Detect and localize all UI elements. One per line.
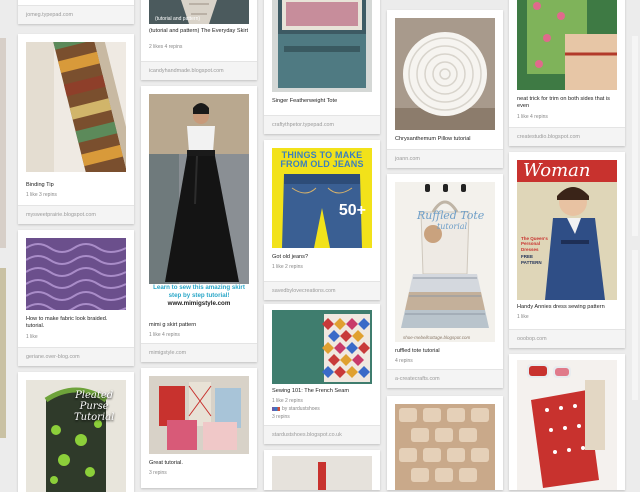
pin-image[interactable] [272,0,372,92]
pin-card[interactable]: Chrysanthemum Pillow tutorial joann.com [387,10,503,168]
pin-image[interactable] [272,310,372,384]
pin-image[interactable]: Ruffled Tote tutorial shoe-mebellcottage… [395,182,495,342]
pin-image[interactable] [149,94,249,284]
pin-image[interactable] [26,238,126,310]
partial-pin-edge[interactable] [632,250,638,400]
pin-title[interactable]: Handy Annies dress sewing pattern [517,304,617,311]
pin-stats: 1 like [26,334,38,340]
pin-source[interactable]: icandyhandmade.blogspot.com [141,61,257,80]
pin-card[interactable]: Binding Tip 1 like 3 repins mysweetprair… [18,34,134,224]
pin-card[interactable]: Sewing 101: The French Seam 1 like 2 rep… [264,304,380,444]
pin-stats: 1 like 2 repins [272,398,303,404]
pin-stats: 1 like 2 repins [272,264,303,270]
pin-stats: 3 repins [149,470,167,476]
pin-card[interactable]: neat trick for trim on both sides that i… [509,0,625,146]
pin-image[interactable] [517,0,617,90]
pin-image[interactable]: Pleated Purse Tutorial [26,380,126,492]
pin-title[interactable]: Great tutorial. [149,460,249,467]
pin-card[interactable]: Ruffled Tote tutorial shoe-mebellcottage… [387,174,503,388]
pin-card[interactable]: Singer Featherweight Tote craftythpetor.… [264,0,380,134]
pin-card[interactable]: How to make fabric look braided. tutoria… [18,230,134,366]
pin-image[interactable] [517,360,617,490]
pin-card[interactable] [264,450,380,490]
pin-image-script: Ruffled Tote tutorial [417,209,485,231]
pin-source[interactable]: jomeg.typepad.com [18,5,134,24]
pin-source[interactable]: geriane.over-blog.com [18,347,134,366]
pin-image[interactable] [395,404,495,490]
pin-title[interactable]: neat trick for trim on both sides that i… [517,96,617,110]
pin-image[interactable]: (tutorial and pattern) [149,0,249,24]
pin-stats: 3 repins [272,414,290,420]
pin-title[interactable]: How to make fabric look braided. tutoria… [26,316,126,330]
pin-title[interactable]: Chrysanthemum Pillow tutorial [395,136,495,143]
pin-title[interactable]: Singer Featherweight Tote [272,98,372,105]
pin-stats: 2 likes 4 repins [149,44,183,50]
pin-image[interactable] [149,376,249,454]
pin-via[interactable]: by stardustshoes [272,406,320,412]
pin-image[interactable] [272,456,372,490]
pin-title[interactable]: Sewing 101: The French Seam [272,388,372,395]
pin-source[interactable]: mimigstyle.com [141,343,257,362]
pin-card[interactable]: THINGS TO MAKE FROM OLD JEANS 50+ Got ol… [264,140,380,300]
pin-source[interactable]: craftythpetor.typepad.com [264,115,380,134]
pin-card[interactable]: (tutorial and pattern) (tutorial and pat… [141,0,257,80]
pin-title[interactable]: ruffled tote tutorial [395,348,495,355]
board-thumbnails-icon [272,406,280,411]
pin-image[interactable] [26,42,126,172]
pin-card[interactable]: Learn to sew this amazing skirt step by … [141,86,257,362]
pin-source[interactable]: createstudio.blogspot.com [509,127,625,146]
pin-source[interactable]: joann.com [387,149,503,168]
pin-source[interactable]: stardustshoes.blogspot.co.uk [264,425,380,444]
pin-source[interactable]: savedbylovecreations.com [264,281,380,300]
partial-pin-edge[interactable] [0,268,6,438]
pin-image-count: 50+ [338,202,366,219]
pin-image-text: (tutorial and pattern) [155,16,201,22]
pin-card[interactable]: Great tutorial. 3 repins [141,368,257,488]
magazine-coverline: The Queen's Personal Dresses FREE PATTER… [521,236,548,265]
pin-source[interactable]: ooobop.com [509,329,625,348]
pin-source[interactable]: a-createcrafts.com [387,369,503,388]
partial-pin-edge[interactable] [632,36,638,236]
pin-source[interactable]: mysweetprairie.blogspot.com [18,205,134,224]
pin-card[interactable] [509,354,625,490]
pin-watermark: shoe-mebellcottage.blogspot.com [403,335,471,340]
pin-title[interactable]: (tutorial and pattern) The Everyday Skir… [149,28,249,35]
pin-card[interactable]: jomeg.typepad.com [18,0,134,24]
pin-title[interactable]: mimi g skirt pattern [149,322,249,329]
pin-title[interactable]: Got old jeans? [272,254,372,261]
pin-title[interactable]: Binding Tip [26,182,126,189]
pin-stats: 4 repins [395,358,413,364]
pin-image[interactable]: Woman The Queen's Personal Dresses FREE … [517,160,617,300]
pin-image[interactable]: THINGS TO MAKE FROM OLD JEANS 50+ [272,148,372,248]
pin-stats: 1 like 3 repins [26,192,57,198]
pin-stats: 1 like [517,314,529,320]
pin-image-text: Pleated Purse Tutorial [74,390,115,423]
pin-card[interactable] [387,396,503,490]
pin-card[interactable]: Pleated Purse Tutorial [18,372,134,492]
pin-image-banner: THINGS TO MAKE FROM OLD JEANS [280,150,364,169]
pin-stats: 1 like 4 repins [149,332,180,338]
pin-image[interactable] [395,18,495,130]
pin-card[interactable]: Woman The Queen's Personal Dresses FREE … [509,152,625,348]
pin-image-caption: Learn to sew this amazing skirt step by … [153,284,245,307]
pin-stats: 1 like 4 repins [517,114,548,120]
partial-pin-edge[interactable] [0,38,6,248]
magazine-masthead: Woman [517,160,617,182]
